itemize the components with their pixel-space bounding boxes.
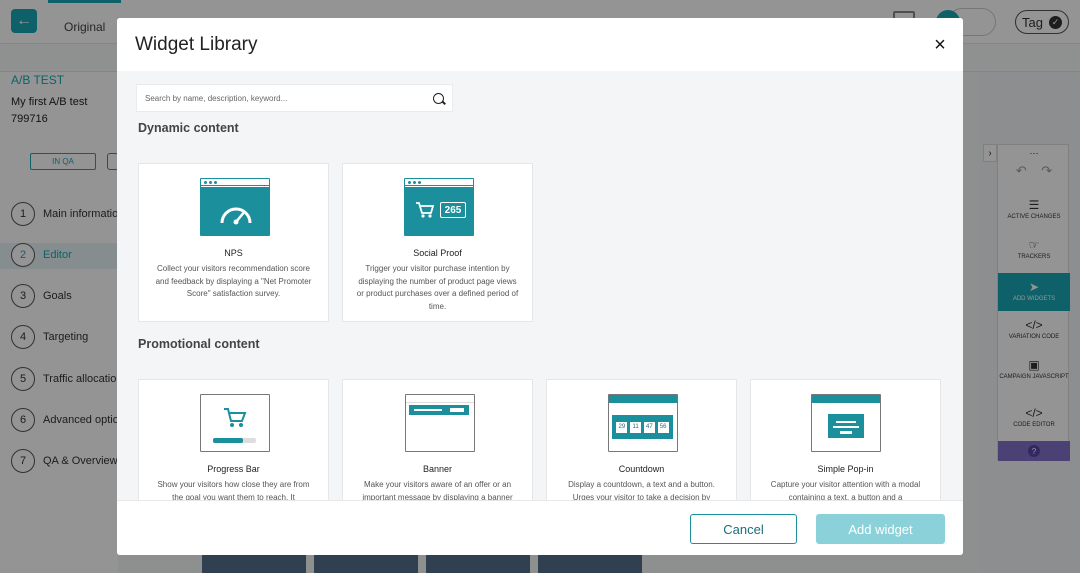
widget-description: Make your visitors aware of an offer or … bbox=[362, 480, 513, 500]
popin-icon bbox=[811, 394, 881, 452]
widget-name: Social Proof bbox=[413, 248, 462, 258]
modal-body: Search by name, description, keyword... … bbox=[117, 71, 963, 500]
countdown-icon: 29 11 47 56 bbox=[608, 394, 678, 452]
counter-value: 265 bbox=[440, 202, 466, 218]
modal-header: Widget Library × bbox=[117, 18, 963, 71]
cart-counter-icon: 265 bbox=[404, 178, 474, 236]
widget-description: Capture your visitor attention with a mo… bbox=[770, 480, 921, 500]
widget-description: Display a countdown, a text and a button… bbox=[568, 480, 715, 500]
countdown-digit: 56 bbox=[657, 421, 669, 433]
close-icon[interactable]: × bbox=[929, 35, 951, 55]
cart-progress-icon bbox=[200, 394, 270, 452]
section-title-dynamic: Dynamic content bbox=[138, 121, 239, 135]
widget-card-simple-pop-in[interactable]: Simple Pop-in Capture your visitor atten… bbox=[750, 379, 941, 500]
widget-name: Progress Bar bbox=[207, 464, 260, 474]
banner-icon bbox=[405, 394, 475, 452]
widget-card-progress-bar[interactable]: Progress Bar Show your visitors how clos… bbox=[138, 379, 329, 500]
countdown-digit: 29 bbox=[616, 421, 628, 433]
widget-card-countdown[interactable]: 29 11 47 56 Countdown Display a countdow… bbox=[546, 379, 737, 500]
widget-name: Countdown bbox=[618, 464, 665, 474]
widget-name: Simple Pop-in bbox=[817, 464, 874, 474]
widget-card-nps[interactable]: NPS Collect your visitors recommendation… bbox=[138, 163, 329, 322]
widget-name: Banner bbox=[422, 464, 453, 474]
widget-description: Show your visitors how close they are fr… bbox=[157, 480, 310, 500]
countdown-digit: 47 bbox=[643, 421, 655, 433]
modal-title: Widget Library bbox=[135, 34, 258, 55]
add-widget-button[interactable]: Add widget bbox=[816, 514, 945, 544]
widget-description: Collect your visitors recommendation sco… bbox=[155, 264, 312, 298]
search-icon[interactable] bbox=[433, 92, 444, 104]
search-input[interactable]: Search by name, description, keyword... bbox=[136, 84, 453, 112]
widget-card-social-proof[interactable]: 265 Social Proof Trigger your visitor pu… bbox=[342, 163, 533, 322]
widget-library-modal: Widget Library × Search by name, descrip… bbox=[117, 18, 963, 555]
widget-card-banner[interactable]: Banner Make your visitors aware of an of… bbox=[342, 379, 533, 500]
widget-name: NPS bbox=[224, 248, 243, 258]
countdown-digit: 11 bbox=[630, 421, 642, 433]
gauge-icon bbox=[200, 178, 270, 236]
search-placeholder: Search by name, description, keyword... bbox=[145, 93, 288, 103]
modal-footer: Cancel Add widget bbox=[117, 500, 963, 555]
cancel-button[interactable]: Cancel bbox=[690, 514, 797, 544]
widget-description: Trigger your visitor purchase intention … bbox=[356, 264, 519, 311]
section-title-promotional: Promotional content bbox=[138, 337, 260, 351]
